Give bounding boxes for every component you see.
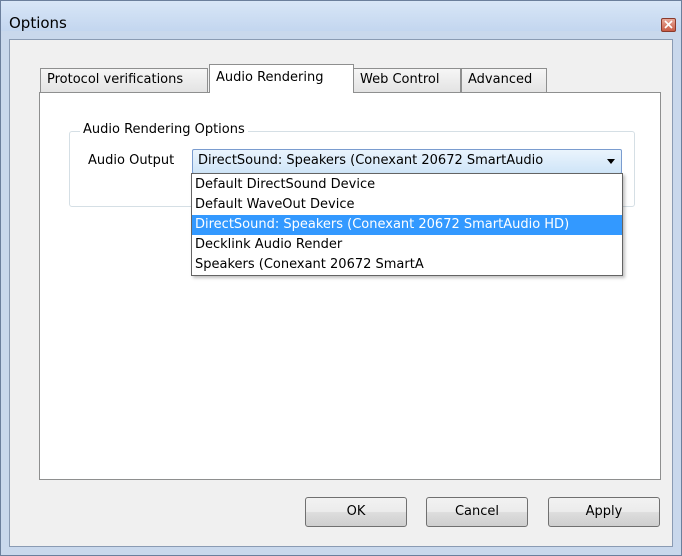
tab-label: Advanced xyxy=(468,72,533,87)
dropdown-option[interactable]: Default WaveOut Device xyxy=(192,195,622,215)
ok-button-label: OK xyxy=(346,504,366,519)
ok-button[interactable]: OK xyxy=(305,497,407,527)
chevron-down-icon[interactable] xyxy=(606,158,616,165)
audio-output-label: Audio Output xyxy=(88,153,175,168)
tab-label: Audio Rendering xyxy=(216,70,324,85)
close-button[interactable] xyxy=(661,18,676,32)
tab-label: Protocol verifications xyxy=(47,72,184,87)
tab-advanced[interactable]: Advanced xyxy=(461,68,547,92)
tab-label: Web Control xyxy=(360,72,440,87)
dropdown-option[interactable]: Decklink Audio Render xyxy=(192,235,622,255)
close-icon xyxy=(664,20,673,29)
apply-button-label: Apply xyxy=(585,504,623,519)
dropdown-option-highlighted[interactable]: DirectSound: Speakers (Conexant 20672 Sm… xyxy=(192,215,622,235)
cancel-button-label: Cancel xyxy=(454,504,500,519)
group-legend: Audio Rendering Options xyxy=(80,122,248,137)
tab-protocol-verifications[interactable]: Protocol verifications xyxy=(40,68,208,92)
audio-rendering-panel: Audio Rendering Options Audio Output Dir… xyxy=(39,92,661,480)
audio-output-value: DirectSound: Speakers (Conexant 20672 Sm… xyxy=(198,153,544,168)
window-title: Options xyxy=(9,14,67,32)
tab-web-control[interactable]: Web Control xyxy=(353,68,461,92)
options-window: Options Protocol verifications Audio Ren… xyxy=(0,0,682,556)
title-bar[interactable]: Options xyxy=(1,1,681,32)
dropdown-option[interactable]: Speakers (Conexant 20672 SmartA xyxy=(192,255,622,275)
cancel-button[interactable]: Cancel xyxy=(426,497,528,527)
apply-button[interactable]: Apply xyxy=(548,497,660,527)
audio-output-dropdown-list: Default DirectSound Device Default WaveO… xyxy=(191,173,623,276)
dialog-body: Protocol verifications Audio Rendering W… xyxy=(9,39,673,547)
dropdown-option[interactable]: Default DirectSound Device xyxy=(192,175,622,195)
tab-audio-rendering[interactable]: Audio Rendering xyxy=(209,64,354,93)
audio-output-select[interactable]: DirectSound: Speakers (Conexant 20672 Sm… xyxy=(192,149,622,174)
